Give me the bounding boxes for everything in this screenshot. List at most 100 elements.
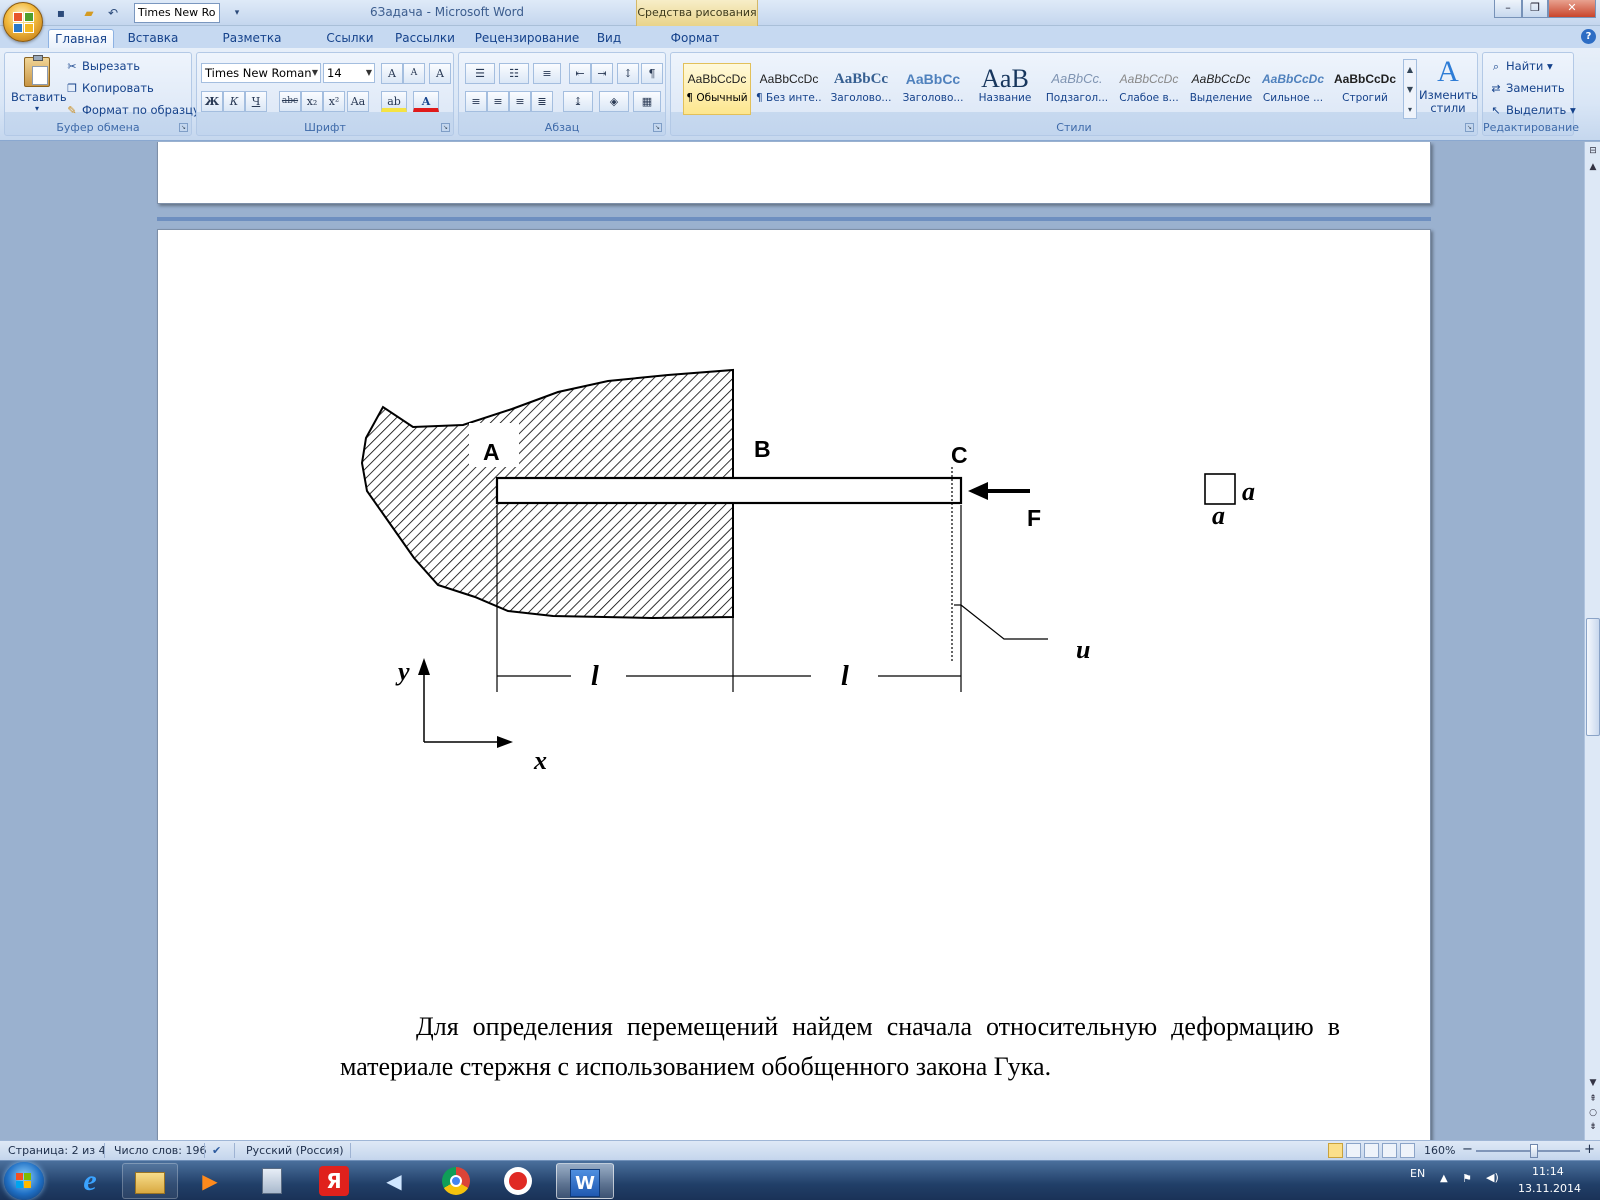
numbering-icon[interactable]: ☷ <box>499 63 529 84</box>
next-page-icon[interactable]: ⇟ <box>1586 1120 1600 1134</box>
taskbar-yandex-icon[interactable]: Я <box>306 1163 362 1199</box>
show-marks-button[interactable]: ¶ <box>641 63 663 84</box>
font-name-combo[interactable]: Times New Roman ▼ <box>201 63 321 83</box>
close-button[interactable]: ✕ <box>1548 0 1596 18</box>
styles-scroll-icon[interactable]: ▲ ▼ ▾ <box>1403 59 1417 119</box>
shading-icon[interactable]: ◈ <box>599 91 629 112</box>
tab-insert[interactable]: Вставка <box>122 29 184 49</box>
style-normal[interactable]: AaBbCcDc ¶ Обычный <box>683 63 751 115</box>
ruler-toggle-icon[interactable]: ⊟ <box>1586 144 1600 158</box>
style-intense-emphasis[interactable]: AaBbCcDc Сильное ... <box>1259 63 1327 115</box>
page-2[interactable]: A B C F u l l y x a a Для определения пе… <box>157 229 1431 1140</box>
maximize-button[interactable]: ❐ <box>1522 0 1548 18</box>
web-layout-view-icon[interactable] <box>1364 1143 1379 1158</box>
strikethrough-button[interactable]: abc <box>279 91 301 112</box>
taskbar-speaker-app-icon[interactable]: ◀ <box>366 1163 422 1199</box>
font-size-combo[interactable]: 14 ▼ <box>323 63 375 83</box>
style-strong[interactable]: AaBbCcDc Строгий <box>1331 63 1399 115</box>
style-heading-2[interactable]: AaBbCc Заголово... <box>899 63 967 115</box>
previous-page-icon[interactable]: ⇞ <box>1586 1092 1600 1106</box>
align-left-icon[interactable]: ≡ <box>465 91 487 112</box>
style-no-spacing[interactable]: AaBbCcDc ¶ Без инте... <box>755 63 823 115</box>
full-screen-reading-view-icon[interactable] <box>1346 1143 1361 1158</box>
minimize-button[interactable]: – <box>1494 0 1522 18</box>
font-launcher-icon[interactable]: ↘ <box>441 123 450 132</box>
style-heading-1[interactable]: AaBbCc Заголово... <box>827 63 895 115</box>
tab-review[interactable]: Рецензирование <box>472 29 582 49</box>
align-center-icon[interactable]: ≡ <box>487 91 509 112</box>
format-painter-button[interactable]: ✎ Формат по образцу <box>65 103 199 118</box>
tray-expand-icon[interactable]: ▲ <box>1440 1173 1448 1184</box>
shrink-font-button[interactable]: A <box>403 63 425 84</box>
highlight-button[interactable]: ab <box>381 91 407 112</box>
font-color-button[interactable]: A <box>413 91 439 112</box>
scroll-thumb[interactable] <box>1586 618 1600 736</box>
align-right-icon[interactable]: ≡ <box>509 91 531 112</box>
action-center-flag-icon[interactable]: ⚑ <box>1462 1172 1472 1185</box>
taskbar-calculator-icon[interactable] <box>244 1163 300 1199</box>
print-layout-view-icon[interactable] <box>1328 1143 1343 1158</box>
qat-customize-icon[interactable]: ▾ <box>228 4 246 22</box>
clear-format-button[interactable]: A <box>429 63 451 84</box>
subscript-button[interactable]: x₂ <box>301 91 323 112</box>
copy-button[interactable]: ❐ Копировать <box>65 81 154 96</box>
multilevel-list-icon[interactable]: ≡ <box>533 63 561 84</box>
justify-icon[interactable]: ≣ <box>531 91 553 112</box>
proofing-icon[interactable]: ✔ <box>212 1144 221 1157</box>
style-title[interactable]: AaB Название <box>971 63 1039 115</box>
bullets-icon[interactable]: ☰ <box>465 63 495 84</box>
tab-references[interactable]: Ссылки <box>322 29 378 49</box>
grow-font-button[interactable]: A <box>381 63 403 84</box>
outline-view-icon[interactable] <box>1382 1143 1397 1158</box>
language-indicator[interactable]: Русский (Россия) <box>246 1144 344 1157</box>
scroll-up-icon[interactable]: ▲ <box>1586 160 1600 174</box>
taskbar-media-player-icon[interactable]: ▶ <box>182 1163 238 1199</box>
line-spacing-icon[interactable]: ↨ <box>563 91 593 112</box>
taskbar-chrome-icon[interactable] <box>428 1163 484 1199</box>
scroll-down-icon[interactable]: ▼ <box>1586 1076 1600 1090</box>
draft-view-icon[interactable] <box>1400 1143 1415 1158</box>
browse-object-icon[interactable]: ○ <box>1586 1106 1600 1120</box>
save-icon[interactable]: ▪ <box>52 4 70 22</box>
office-button[interactable] <box>3 2 43 42</box>
page-counter[interactable]: Страница: 2 из 4 <box>8 1144 106 1157</box>
taskbar-word-icon[interactable]: W <box>556 1163 614 1199</box>
tab-format[interactable]: Формат <box>662 29 728 49</box>
qat-font-box[interactable]: Times New Ro <box>134 3 220 23</box>
select-button[interactable]: ↖ Выделить ▾ <box>1489 103 1575 118</box>
taskbar-yandex-browser-icon[interactable] <box>490 1163 546 1199</box>
word-count[interactable]: Число слов: 196 <box>114 1144 207 1157</box>
sort-icon[interactable]: ↕ <box>617 63 639 84</box>
tab-page-layout[interactable]: Разметка страницы <box>192 29 312 63</box>
paste-button[interactable]: Вставить ▾ <box>11 55 67 117</box>
increase-indent-icon[interactable]: ⇥ <box>591 63 613 84</box>
clock-time[interactable]: 11:14 <box>1532 1165 1564 1178</box>
help-icon[interactable]: ? <box>1581 29 1596 44</box>
style-emphasis[interactable]: AaBbCcDc Выделение <box>1187 63 1255 115</box>
zoom-in-button[interactable]: + <box>1584 1142 1595 1157</box>
tab-view[interactable]: Вид <box>592 29 626 49</box>
find-button[interactable]: ⌕ Найти ▾ <box>1489 59 1553 74</box>
change-case-button[interactable]: Aa <box>347 91 369 112</box>
decrease-indent-icon[interactable]: ⇤ <box>569 63 591 84</box>
input-language[interactable]: EN <box>1410 1167 1425 1180</box>
volume-icon[interactable]: ◀) <box>1486 1171 1499 1184</box>
cut-button[interactable]: ✂ Вырезать <box>65 59 140 74</box>
taskbar-explorer-icon[interactable] <box>122 1163 178 1199</box>
italic-button[interactable]: К <box>223 91 245 112</box>
replace-button[interactable]: ⇄ Заменить <box>1489 81 1564 96</box>
zoom-slider-track[interactable] <box>1476 1150 1580 1152</box>
zoom-slider-thumb[interactable] <box>1530 1144 1538 1158</box>
bold-button[interactable]: Ж <box>201 91 223 112</box>
superscript-button[interactable]: x² <box>323 91 345 112</box>
clipboard-launcher-icon[interactable]: ↘ <box>179 123 188 132</box>
change-styles-button[interactable]: A Изменить стили <box>1419 55 1478 121</box>
borders-icon[interactable]: ▦ <box>633 91 661 112</box>
zoom-level[interactable]: 160% <box>1424 1144 1455 1157</box>
paragraph-launcher-icon[interactable]: ↘ <box>653 123 662 132</box>
open-folder-icon[interactable]: ▰ <box>80 4 98 22</box>
vertical-scrollbar[interactable]: ⊟ ▲ ▼ ⇞ ○ ⇟ <box>1584 142 1600 1140</box>
taskbar-internet-explorer-icon[interactable]: e <box>62 1163 118 1199</box>
undo-icon[interactable]: ↶ <box>104 4 122 22</box>
start-button[interactable] <box>4 1162 44 1200</box>
